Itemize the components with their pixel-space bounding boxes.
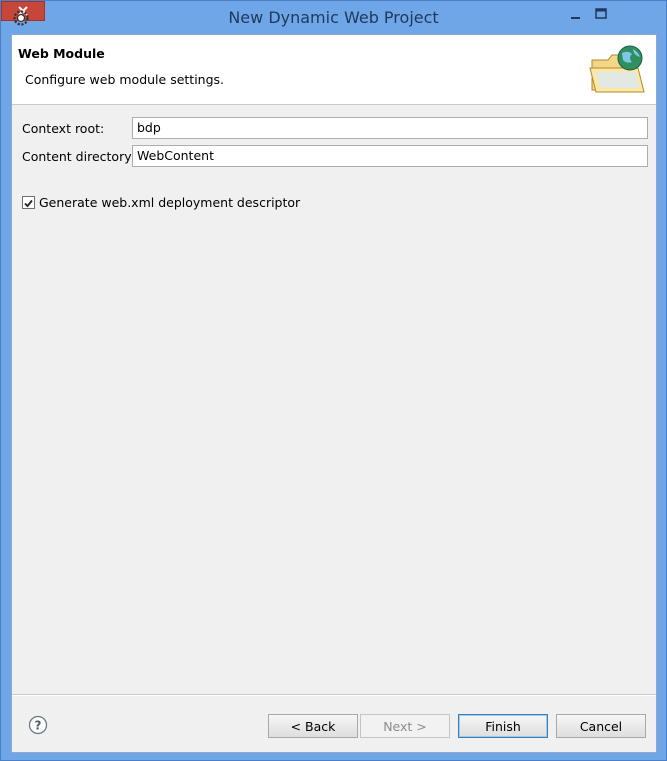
generate-descriptor-checkbox[interactable] bbox=[22, 196, 35, 209]
minimize-icon bbox=[571, 17, 580, 19]
svg-text:?: ? bbox=[35, 719, 42, 733]
footer-separator bbox=[12, 694, 656, 696]
banner-description: Configure web module settings. bbox=[25, 72, 225, 87]
generate-descriptor-label[interactable]: Generate web.xml deployment descriptor bbox=[39, 195, 300, 210]
minimize-button[interactable] bbox=[562, 5, 590, 25]
title-bar[interactable]: New Dynamic Web Project bbox=[1, 1, 666, 35]
context-root-label: Context root: bbox=[22, 121, 105, 136]
dialog-content: Web Module Configure web module settings… bbox=[11, 34, 657, 753]
cancel-button[interactable]: Cancel bbox=[556, 714, 646, 738]
back-button[interactable]: < Back bbox=[268, 714, 358, 738]
dialog-window: New Dynamic Web Project Web Module Confi… bbox=[0, 0, 667, 761]
checkmark-icon bbox=[24, 199, 33, 208]
finish-button[interactable]: Finish bbox=[458, 714, 548, 738]
folder-globe-icon bbox=[589, 45, 645, 93]
content-directory-label: Content directory: bbox=[22, 149, 135, 164]
maximize-button[interactable] bbox=[587, 5, 615, 25]
next-button[interactable]: Next > bbox=[360, 714, 450, 738]
help-icon[interactable]: ? bbox=[28, 715, 48, 735]
maximize-icon bbox=[595, 8, 607, 19]
content-directory-input[interactable]: WebContent bbox=[132, 145, 648, 167]
context-root-input[interactable]: bdp bbox=[132, 117, 648, 139]
wizard-banner: Web Module Configure web module settings… bbox=[12, 35, 656, 105]
banner-title: Web Module bbox=[18, 46, 105, 61]
